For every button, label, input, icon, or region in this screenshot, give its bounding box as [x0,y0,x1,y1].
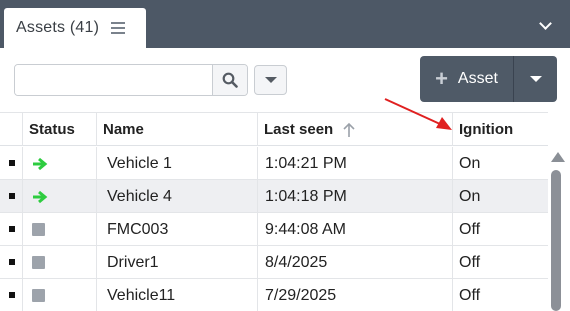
toolbar: + Asset [0,48,570,112]
table-row[interactable]: Vehicle 4 1:04:18 PM On [0,180,548,213]
offline-status-icon [32,223,45,236]
table-row[interactable]: Driver1 8/4/2025 Off [0,246,548,279]
column-header-label: Ignition [459,121,514,138]
row-selector[interactable] [9,160,15,166]
offline-status-icon [32,289,45,302]
caret-down-icon [529,76,542,82]
filter-dropdown-button[interactable] [254,65,287,95]
add-asset-label: Asset [457,70,498,87]
offline-status-icon [32,256,45,269]
name-cell: Driver1 [96,246,257,279]
panel-header: Assets (41) [0,0,570,48]
last-seen-cell: 1:04:21 PM [257,147,452,180]
status-cell [22,279,96,311]
add-asset-options-button[interactable] [513,56,557,102]
ignition-cell: On [452,147,548,180]
column-header-label: Status [29,121,75,138]
last-seen-cell: 1:04:18 PM [257,180,452,213]
scrollbar-thumb[interactable] [551,170,561,311]
add-asset-split-button: + Asset [420,56,557,102]
search-button[interactable] [212,65,247,95]
search-input[interactable] [15,65,212,95]
sort-ascending-icon[interactable] [343,122,355,138]
magnifier-icon [222,72,238,88]
tab-assets-label: Assets (41) [16,19,100,36]
last-seen-cell: 9:44:08 AM [257,213,452,246]
ignition-cell: Off [452,279,548,311]
status-cell [22,246,96,279]
add-asset-button[interactable]: + Asset [420,56,513,102]
tab-assets[interactable]: Assets (41) [4,8,146,48]
status-cell [22,180,96,213]
column-header-label: Name [103,121,144,138]
row-selector[interactable] [9,292,15,298]
status-cell [22,213,96,246]
table-row[interactable]: FMC003 9:44:08 AM Off [0,213,548,246]
ignition-cell: Off [452,213,548,246]
assets-table: Status Name Last seen Ignition Vehicle 1… [0,112,548,311]
search-box [14,64,248,96]
name-cell: Vehicle 1 [96,147,257,180]
moving-arrow-icon [33,157,48,170]
vertical-scrollbar[interactable] [548,145,570,311]
ignition-cell: On [452,180,548,213]
column-header-ignition[interactable]: Ignition [452,113,548,146]
table-header: Status Name Last seen Ignition [0,113,548,146]
hamburger-menu-icon[interactable] [111,22,126,34]
row-selector[interactable] [9,226,15,232]
name-cell: Vehicle11 [96,279,257,311]
last-seen-cell: 7/29/2025 [257,279,452,311]
status-cell [22,147,96,180]
moving-arrow-icon [33,190,48,203]
chevron-down-icon[interactable] [539,17,552,30]
name-cell: Vehicle 4 [96,180,257,213]
column-header-status[interactable]: Status [22,113,96,146]
column-header-label: Last seen [264,121,334,138]
column-header-last-seen[interactable]: Last seen [257,113,452,146]
table-row[interactable]: Vehicle 1 1:04:21 PM On [0,147,548,180]
row-selector[interactable] [9,259,15,265]
caret-down-icon [264,77,277,83]
ignition-cell: Off [452,246,548,279]
scroll-up-icon[interactable] [551,152,565,162]
column-header-name[interactable]: Name [96,113,257,146]
name-cell: FMC003 [96,213,257,246]
plus-icon: + [435,66,448,91]
table-row[interactable]: Vehicle11 7/29/2025 Off [0,279,548,311]
last-seen-cell: 8/4/2025 [257,246,452,279]
row-selector[interactable] [9,193,15,199]
